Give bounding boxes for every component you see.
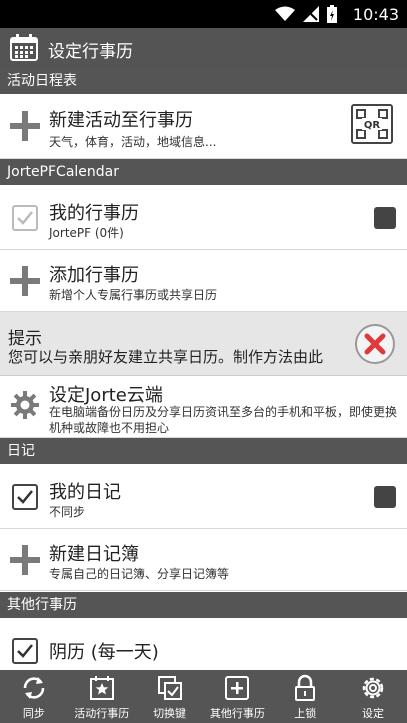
- lunar-checkbox[interactable]: [12, 638, 38, 664]
- check-icon: [17, 490, 33, 504]
- plus-icon: [10, 111, 40, 141]
- new-event-subtitle: 天气，体育，活动，地域信息...: [49, 135, 217, 149]
- tab-lock[interactable]: 上锁: [271, 670, 339, 723]
- tab-label: 切换键: [153, 707, 187, 720]
- section-header-jorte: JortePFCalendar: [0, 159, 407, 185]
- new-diary-row[interactable]: 新建日记簿 专属自己的日记簿、分享日记簿等: [0, 529, 407, 591]
- check-icon: [17, 211, 33, 225]
- my-calendar-title: 我的行事历: [49, 203, 139, 224]
- hint-text: 您可以与亲朋好友建立共享日历。制作方法由此: [8, 348, 324, 366]
- section-header-events: 活动日程表: [0, 68, 407, 94]
- add-calendar-icon: [223, 674, 251, 706]
- lock-icon: [291, 674, 319, 706]
- tab-label: 其他行事历: [209, 707, 265, 720]
- status-time: 10:43: [352, 5, 399, 24]
- new-diary-title: 新建日记簿: [49, 544, 139, 565]
- bottom-toolbar: 同步 活动行事历 切换键 其他行事历 上锁 设定: [0, 670, 407, 723]
- qr-label: QR: [364, 120, 381, 131]
- my-diary-checkbox[interactable]: [12, 484, 38, 510]
- new-diary-subtitle: 专属自己的日记簿、分享日记簿等: [49, 567, 230, 581]
- add-calendar-subtitle: 新增个人专属行事历或共享日历: [49, 288, 218, 302]
- section-header-diary: 日记: [0, 438, 407, 464]
- hint-banner[interactable]: 提示 您可以与亲朋好友建立共享日历。制作方法由此: [0, 312, 407, 376]
- lunar-title: 阴历 (每一天): [49, 642, 159, 663]
- signal-icon: [303, 6, 319, 26]
- new-event-row[interactable]: 新建活动至行事历 天气，体育，活动，地域信息... QR: [0, 94, 407, 159]
- check-icon: [17, 644, 33, 658]
- qr-code-icon: QR: [356, 109, 388, 139]
- section-header-other: 其他行事历: [0, 592, 407, 618]
- cloud-settings-row[interactable]: 设定Jorte云端 在电脑端备份日历及分享日历资讯至多台的手机和平板，即使更换机…: [0, 376, 407, 438]
- tab-label: 同步: [22, 707, 45, 720]
- sync-icon: [20, 674, 48, 706]
- calendar-color-swatch[interactable]: [374, 207, 396, 229]
- app-toolbar: 设定行事历: [0, 28, 407, 68]
- tab-label: 活动行事历: [74, 707, 130, 720]
- tab-label: 设定: [362, 707, 385, 720]
- my-calendar-subtitle: JortePF (0件): [49, 226, 124, 240]
- wifi-icon: [275, 6, 295, 26]
- my-calendar-row[interactable]: 我的行事历 JortePF (0件): [0, 185, 407, 250]
- hint-close-button[interactable]: [355, 324, 395, 364]
- plus-icon: [10, 545, 40, 575]
- diary-color-swatch[interactable]: [374, 486, 396, 508]
- battery-icon: [327, 5, 337, 27]
- lunar-calendar-row[interactable]: 阴历 (每一天): [0, 618, 407, 670]
- plus-icon: [10, 266, 40, 296]
- gear-icon: [10, 390, 40, 424]
- calendar-star-icon: [88, 674, 116, 706]
- page-title: 设定行事历: [48, 42, 133, 62]
- tab-event-calendar[interactable]: 活动行事历: [68, 670, 136, 723]
- close-icon: [364, 333, 386, 355]
- settings-gear-icon: [359, 674, 387, 706]
- my-calendar-checkbox[interactable]: [12, 205, 38, 231]
- switch-calendars-icon: [156, 674, 184, 706]
- my-diary-row[interactable]: 我的日记 不同步: [0, 464, 407, 529]
- add-calendar-title: 添加行事历: [49, 265, 139, 286]
- calendar-icon: [10, 34, 38, 66]
- tab-sync[interactable]: 同步: [0, 670, 68, 723]
- tab-switch[interactable]: 切换键: [136, 670, 204, 723]
- tab-other-calendars[interactable]: 其他行事历: [203, 670, 271, 723]
- qr-scan-button[interactable]: QR: [351, 104, 393, 144]
- tab-settings[interactable]: 设定: [339, 670, 407, 723]
- status-bar: 10:43: [0, 0, 407, 28]
- cloud-subtitle: 在电脑端备份日历及分享日历资讯至多台的手机和平板，即使更换机种或故障也不用担心: [49, 405, 398, 435]
- my-diary-title: 我的日记: [49, 482, 121, 503]
- tab-label: 上锁: [294, 707, 317, 720]
- my-diary-subtitle: 不同步: [49, 505, 86, 519]
- new-event-title: 新建活动至行事历: [49, 110, 193, 131]
- add-calendar-row[interactable]: 添加行事历 新增个人专属行事历或共享日历: [0, 250, 407, 312]
